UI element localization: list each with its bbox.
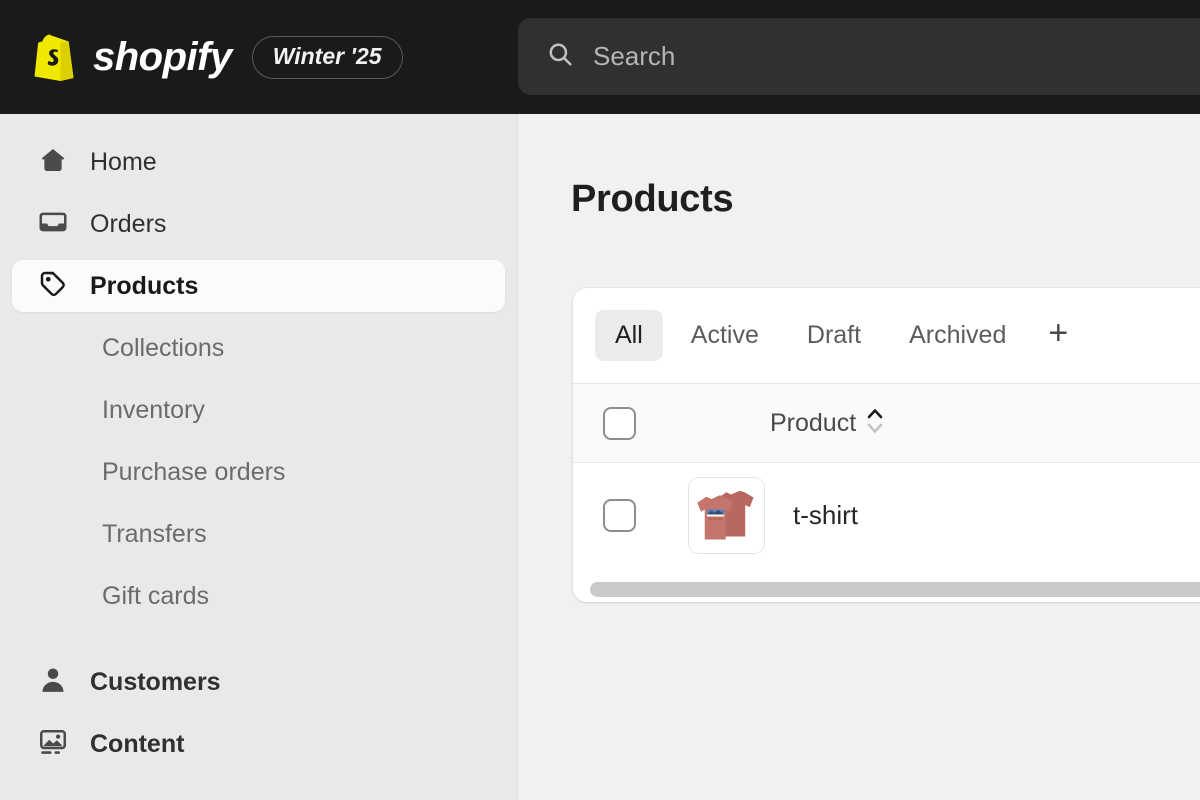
home-icon (38, 145, 68, 180)
top-bar: shopify Winter '25 Search (0, 0, 1200, 114)
content-image-icon (38, 727, 68, 762)
scrollbar-thumb[interactable] (590, 581, 1200, 597)
tab-draft[interactable]: Draft (787, 310, 881, 361)
column-header-product[interactable]: Product (770, 404, 885, 443)
products-tag-icon (38, 269, 68, 304)
shopify-bag-icon (32, 32, 76, 82)
main-content: Products All Active Draft Archived + Pro… (519, 114, 1200, 800)
page-title: Products (571, 178, 734, 220)
table-row[interactable]: t-shirt (573, 463, 1200, 567)
sidebar-item-collections[interactable]: Collections (12, 322, 505, 374)
sidebar-subitem-label: Inventory (102, 395, 205, 424)
filter-tabs: All Active Draft Archived + (573, 288, 1200, 384)
table-header-row: Product (573, 384, 1200, 463)
sidebar-item-label: Orders (90, 209, 167, 238)
add-view-button[interactable]: + (1034, 312, 1082, 360)
sidebar-subitem-label: Gift cards (102, 581, 209, 610)
sidebar-item-transfers[interactable]: Transfers (12, 508, 505, 560)
search-input[interactable]: Search (518, 18, 1200, 95)
sidebar-item-label: Home (90, 147, 157, 176)
sidebar-subitem-label: Transfers (102, 519, 207, 548)
tab-all[interactable]: All (595, 310, 663, 361)
row-select-checkbox[interactable] (603, 498, 636, 532)
orders-icon (38, 207, 68, 242)
season-badge: Winter '25 (251, 35, 403, 79)
sidebar-item-home[interactable]: Home (12, 136, 505, 188)
sort-chevrons-icon (865, 404, 885, 443)
sidebar-item-customers[interactable]: Customers (12, 656, 505, 708)
customers-person-icon (38, 665, 68, 700)
sidebar-subitem-label: Purchase orders (102, 457, 286, 486)
sidebar-item-content[interactable]: Content (12, 718, 505, 770)
sidebar-item-products[interactable]: Products (12, 260, 505, 312)
products-card: All Active Draft Archived + Product t-sh… (573, 288, 1200, 602)
sidebar-item-inventory[interactable]: Inventory (12, 384, 505, 436)
tab-active[interactable]: Active (671, 310, 779, 361)
sidebar-subitem-label: Collections (102, 333, 225, 362)
sidebar-item-purchase-orders[interactable]: Purchase orders (12, 446, 505, 498)
brand-logo-group[interactable]: shopify (32, 32, 232, 82)
search-placeholder: Search (593, 41, 676, 71)
sidebar-item-orders[interactable]: Orders (12, 198, 505, 250)
sidebar-item-label: Products (90, 271, 199, 300)
t-shirt-thumbnail (688, 476, 765, 554)
horizontal-scrollbar[interactable] (573, 576, 1200, 602)
search-icon (547, 41, 573, 72)
brand-wordmark: shopify (93, 35, 232, 79)
sidebar-item-label: Content (90, 729, 185, 758)
product-title[interactable]: t-shirt (793, 500, 858, 531)
column-header-label: Product (770, 408, 857, 437)
sidebar-nav: Home Orders Products Collections Invento… (0, 114, 518, 800)
tab-archived[interactable]: Archived (889, 310, 1026, 361)
sidebar-item-label: Customers (90, 667, 221, 696)
sidebar-divider-space (0, 632, 517, 656)
select-all-checkbox[interactable] (603, 406, 636, 440)
sidebar-item-gift-cards[interactable]: Gift cards (12, 570, 505, 622)
